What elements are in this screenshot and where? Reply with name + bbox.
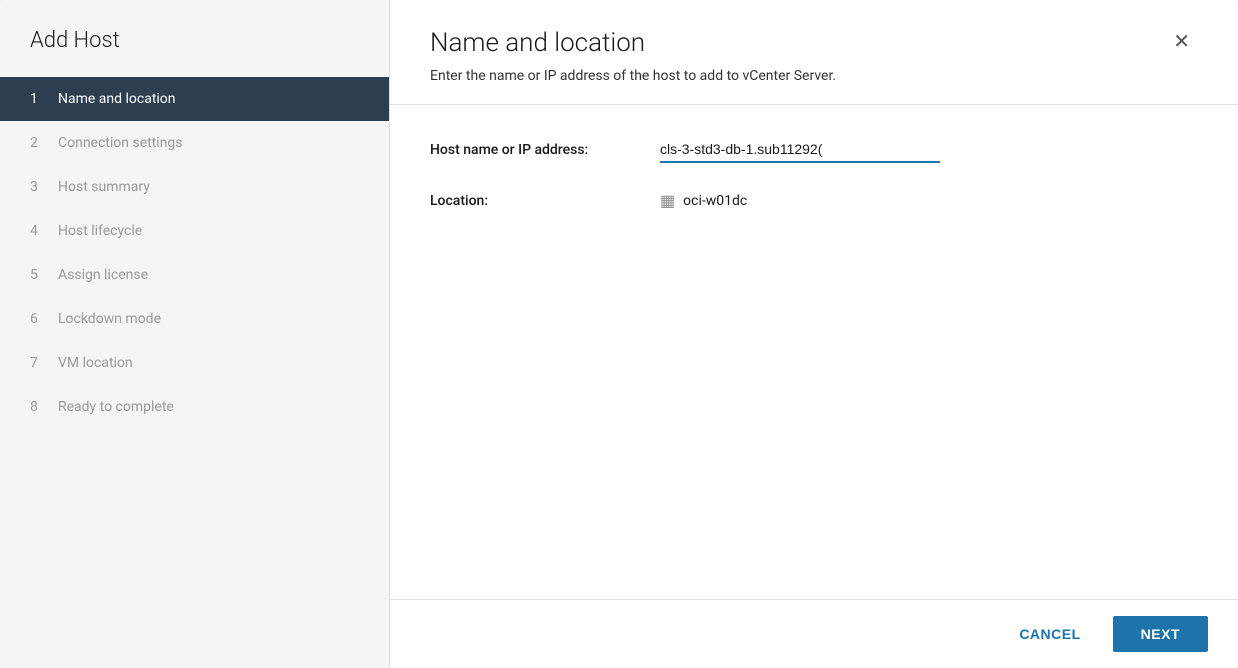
sidebar-step-5[interactable]: 5 Assign license [0,253,389,297]
location-value: ▦ oci-w01dc [660,191,747,210]
step-label-8: Ready to complete [58,399,174,415]
main-title: Name and location [430,28,645,58]
step-label-1: Name and location [58,91,176,107]
location-label: Location: [430,193,660,209]
next-button[interactable]: NEXT [1113,616,1208,652]
step-num-1: 1 [30,91,46,107]
sidebar-step-4[interactable]: 4 Host lifecycle [0,209,389,253]
step-num-7: 7 [30,355,46,371]
footer: CANCEL NEXT [390,599,1238,668]
hostname-label: Host name or IP address: [430,142,660,158]
sidebar-step-2[interactable]: 2 Connection settings [0,121,389,165]
sidebar-step-7[interactable]: 7 VM location [0,341,389,385]
sidebar-step-8[interactable]: 8 Ready to complete [0,385,389,429]
step-num-5: 5 [30,267,46,283]
sidebar-step-3[interactable]: 3 Host summary [0,165,389,209]
location-text: oci-w01dc [683,193,747,209]
dialog-title: Add Host [0,0,389,77]
close-button[interactable]: ✕ [1165,28,1198,56]
main-description: Enter the name or IP address of the host… [390,58,1238,84]
sidebar-step-6[interactable]: 6 Lockdown mode [0,297,389,341]
step-num-2: 2 [30,135,46,151]
step-label-3: Host summary [58,179,150,195]
sidebar: Add Host 1 Name and location 2 Connection s… [0,0,390,668]
add-host-dialog: Add Host 1 Name and location 2 Connection s… [0,0,1238,668]
main-header: Name and location ✕ [390,0,1238,58]
step-num-8: 8 [30,399,46,415]
hostname-row: Host name or IP address: [430,137,1198,163]
step-num-4: 4 [30,223,46,239]
sidebar-step-1: 1 Name and location [0,77,389,121]
step-label-4: Host lifecycle [58,223,142,239]
step-label-7: VM location [58,355,133,371]
step-label-6: Lockdown mode [58,311,161,327]
datacenter-icon: ▦ [660,191,675,210]
step-num-6: 6 [30,311,46,327]
step-label-5: Assign license [58,267,148,283]
location-row: Location: ▦ oci-w01dc [430,191,1198,210]
form-area: Host name or IP address: Location: ▦ oci… [390,105,1238,599]
hostname-input[interactable] [660,137,940,163]
step-num-3: 3 [30,179,46,195]
step-label-2: Connection settings [58,135,183,151]
cancel-button[interactable]: CANCEL [999,616,1100,652]
steps-list: 1Name and location2Connection settings3H… [0,77,389,668]
main-content: Name and location ✕ Enter the name or IP… [390,0,1238,668]
